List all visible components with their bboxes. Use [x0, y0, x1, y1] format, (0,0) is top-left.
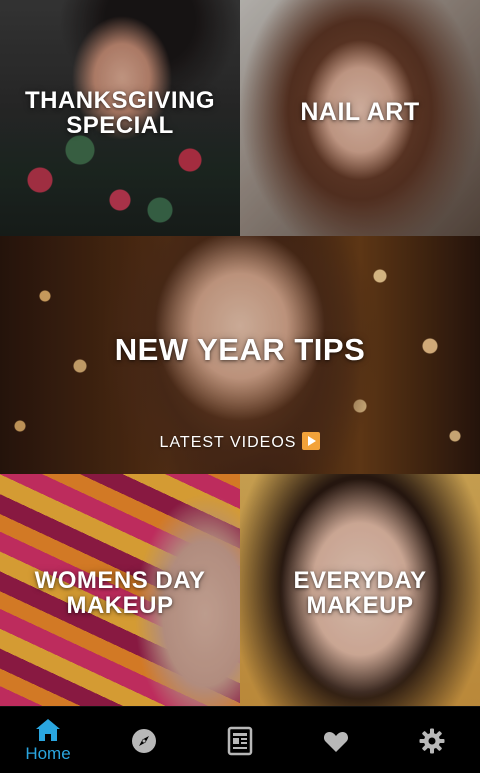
- app-root: THANKSGIVING SPECIAL NAIL ART NEW YEAR T…: [0, 0, 480, 773]
- latest-videos-label: LATEST VIDEOS: [159, 434, 297, 451]
- nav-item-home[interactable]: Home: [0, 707, 96, 773]
- nav-item-explore[interactable]: [96, 707, 192, 773]
- play-arrow-icon: [302, 432, 321, 450]
- category-tile-thanksgiving[interactable]: THANKSGIVING SPECIAL: [0, 0, 240, 236]
- home-icon: [36, 718, 60, 741]
- category-tile-new-year[interactable]: NEW YEAR TIPS LATEST VIDEOS: [0, 236, 480, 474]
- tile-title: WOMENS DAY MAKEUP: [34, 567, 206, 620]
- compass-icon: [132, 728, 156, 753]
- nav-item-favorites[interactable]: [288, 707, 384, 773]
- heart-icon: [323, 731, 349, 752]
- tile-title: THANKSGIVING SPECIAL: [24, 87, 215, 140]
- nav-item-articles[interactable]: [192, 707, 288, 773]
- tile-title: NEW YEAR TIPS: [114, 332, 366, 367]
- news-icon: [227, 726, 253, 755]
- nav-item-settings[interactable]: [384, 707, 480, 773]
- bottom-navigation: Home: [0, 706, 480, 773]
- category-tile-everyday[interactable]: EVERYDAY MAKEUP: [240, 474, 480, 706]
- tile-title: NAIL ART: [300, 98, 420, 126]
- gear-icon: [419, 728, 445, 753]
- category-tile-nail-art[interactable]: NAIL ART: [240, 0, 480, 236]
- tile-title: EVERYDAY MAKEUP: [293, 567, 427, 620]
- nav-label-home: Home: [25, 743, 71, 763]
- latest-videos-link[interactable]: LATEST VIDEOS: [0, 432, 480, 452]
- category-tile-womens-day[interactable]: WOMENS DAY MAKEUP: [0, 474, 240, 706]
